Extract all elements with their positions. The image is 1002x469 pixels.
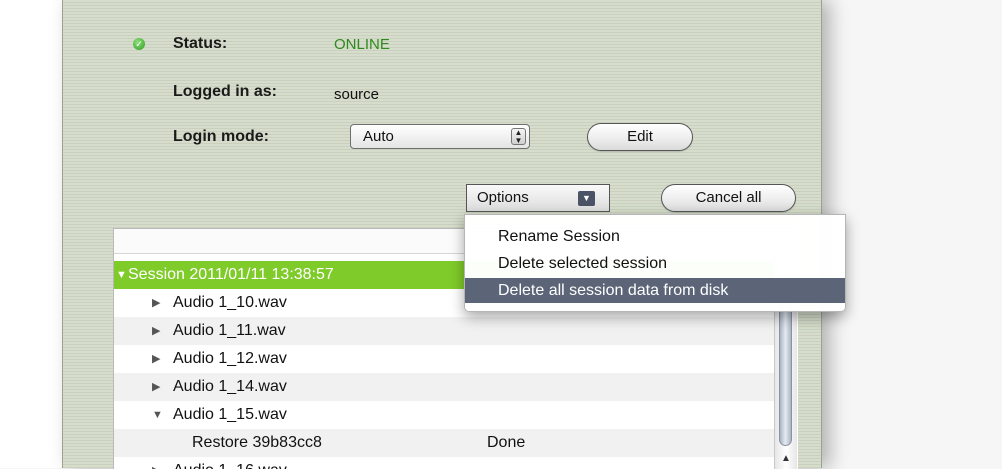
login-mode-selected: Auto bbox=[363, 128, 394, 145]
file-label: Audio 1_11.wav bbox=[173, 322, 286, 339]
logged-in-value: source bbox=[334, 86, 380, 103]
login-mode-label: Login mode: bbox=[173, 128, 269, 145]
disclosure-closed-icon[interactable]: ▶ bbox=[152, 289, 160, 317]
list-item[interactable]: ▼ Audio 1_15.wav bbox=[114, 401, 778, 429]
disclosure-closed-icon[interactable]: ▶ bbox=[152, 457, 160, 469]
status-value: ONLINE bbox=[334, 36, 390, 53]
options-label: Options bbox=[477, 189, 529, 206]
chevron-down-icon: ▼ bbox=[578, 191, 595, 206]
menu-item-rename-session[interactable]: Rename Session bbox=[465, 224, 845, 249]
disclosure-closed-icon[interactable]: ▶ bbox=[152, 345, 160, 373]
restore-label: Restore 39b83cc8 bbox=[192, 434, 322, 451]
window-margin bbox=[0, 0, 62, 468]
scroll-up-arrow-icon[interactable]: ▲ bbox=[781, 453, 791, 464]
logged-in-label: Logged in as: bbox=[173, 83, 277, 100]
disclosure-open-icon: ▼ bbox=[116, 269, 127, 281]
list-item[interactable]: ▶ Audio 1_11.wav bbox=[114, 317, 778, 345]
list-item[interactable]: Restore 39b83cc8 Done bbox=[114, 429, 778, 457]
file-label: Audio 1_10.wav bbox=[173, 294, 287, 311]
options-button[interactable]: Options ▼ bbox=[466, 184, 610, 212]
file-label: Audio 1_16.wav bbox=[173, 457, 287, 469]
edit-button[interactable]: Edit bbox=[587, 123, 693, 151]
menu-item-delete-selected-session[interactable]: Delete selected session bbox=[465, 251, 845, 276]
list-item[interactable]: ▶ Audio 1_16.wav bbox=[114, 457, 778, 469]
list-item[interactable]: ▶ Audio 1_12.wav bbox=[114, 345, 778, 373]
menu-item-delete-all-session-data[interactable]: Delete all session data from disk bbox=[465, 278, 845, 303]
disclosure-open-icon[interactable]: ▼ bbox=[152, 401, 163, 429]
options-menu: Rename Session Delete selected session D… bbox=[464, 214, 846, 312]
cancel-all-button[interactable]: Cancel all bbox=[661, 184, 796, 212]
popup-arrows-icon: ▲ ▼ bbox=[511, 128, 526, 145]
list-item[interactable]: ▶ Audio 1_14.wav bbox=[114, 373, 778, 401]
file-label: Audio 1_14.wav bbox=[173, 378, 287, 395]
restore-status: Done bbox=[487, 434, 526, 451]
file-label: Audio 1_12.wav bbox=[173, 350, 287, 367]
status-label: Status: bbox=[173, 35, 228, 52]
disclosure-closed-icon[interactable]: ▶ bbox=[152, 317, 160, 345]
status-indicator-icon: ✓ bbox=[133, 38, 145, 50]
disclosure-closed-icon[interactable]: ▶ bbox=[152, 373, 160, 401]
file-label: Audio 1_15.wav bbox=[173, 406, 287, 423]
scrollbar-thumb[interactable] bbox=[779, 293, 792, 446]
session-label: Session 2011/01/11 13:38:57 bbox=[128, 266, 334, 283]
login-mode-popup[interactable]: Auto ▲ ▼ bbox=[350, 124, 530, 149]
